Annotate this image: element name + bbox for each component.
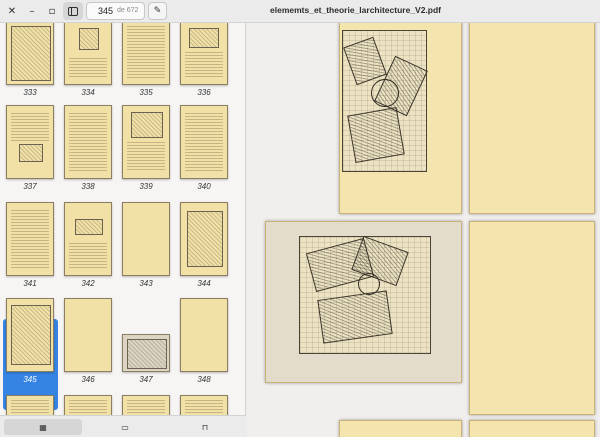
document-page — [339, 23, 462, 214]
minimize-icon[interactable]: – — [24, 4, 40, 19]
document-page — [469, 23, 595, 214]
thumbnail-label: 343 — [139, 279, 153, 288]
maximize-icon[interactable]: ▫ — [44, 4, 60, 19]
document-title: elememts_et_theorie_larchitecture_V2.pdf — [270, 5, 442, 15]
thumbnail-label: 344 — [197, 279, 211, 288]
text-block — [68, 58, 108, 79]
page-thumbnail — [6, 202, 54, 276]
document-page — [469, 221, 595, 415]
page-thumbnail — [180, 23, 228, 85]
plan-figure — [11, 26, 51, 81]
thumbnail-label: 347 — [139, 375, 153, 384]
text-block — [10, 113, 50, 142]
page-thumbnail — [180, 105, 228, 179]
page-thumbnail — [180, 298, 228, 372]
thumbnail-label: 335 — [139, 88, 153, 97]
page-thumbnail — [122, 105, 170, 179]
thumbnail-label: 338 — [81, 182, 95, 191]
thumbnail-label: 340 — [197, 182, 211, 191]
plan-figure — [127, 339, 167, 369]
thumbnail-label: 342 — [81, 279, 95, 288]
page-thumbnail — [6, 105, 54, 179]
architectural-plan — [342, 30, 428, 172]
thumbnail-label: 339 — [139, 182, 153, 191]
page-thumbnail — [64, 298, 112, 372]
close-icon[interactable]: ✕ — [4, 4, 20, 19]
thumbnail-label: 336 — [197, 88, 211, 97]
header-bar: ✕ – ▫ 345 de 672 ✎ elememts_et_theorie_l… — [0, 0, 600, 23]
text-block — [10, 210, 50, 270]
pencil-icon: ✎ — [153, 6, 162, 16]
thumbnail-label: 346 — [81, 375, 95, 384]
plan-block — [317, 290, 393, 344]
comment-icon: ▭ — [121, 422, 129, 432]
page-thumbnail — [180, 202, 228, 276]
thumbnail-label-selected: 345 — [23, 375, 37, 384]
text-block — [126, 142, 166, 173]
thumbnail-label: 334 — [81, 88, 95, 97]
page-thumbnail — [64, 202, 112, 276]
figure — [79, 28, 99, 50]
figure — [19, 144, 43, 162]
rotunda — [371, 79, 399, 107]
thumbnail-label: 341 — [23, 279, 37, 288]
plan-block — [347, 107, 405, 163]
text-block — [68, 242, 108, 270]
page-total-label: de 672 — [117, 7, 139, 14]
page-thumbnail — [122, 334, 170, 372]
document-page — [469, 420, 595, 437]
annotate-button[interactable]: ✎ — [148, 2, 167, 20]
thumbnail-label: 348 — [197, 375, 211, 384]
thumbnail-label: 333 — [23, 88, 37, 97]
page-thumbnail — [64, 23, 112, 85]
page-selector[interactable]: 345 de 672 — [86, 2, 145, 20]
page-thumbnail — [122, 23, 170, 85]
sidebar-footer: ▦ ▭ ⊓ — [0, 415, 246, 437]
plan-figure — [11, 305, 51, 365]
plan-block — [343, 36, 387, 86]
page-number-input[interactable]: 345 — [90, 6, 113, 16]
bookmark-icon: ⊓ — [201, 422, 209, 432]
sidebar-icon — [68, 6, 78, 16]
figure — [131, 112, 163, 138]
text-block — [68, 113, 108, 173]
sidebar-toggle-button[interactable] — [63, 2, 83, 20]
document-page — [339, 420, 462, 437]
text-block — [184, 113, 224, 173]
page-thumbnail — [122, 202, 170, 276]
page-thumbnail — [6, 298, 54, 372]
figure — [189, 28, 219, 48]
rotunda — [358, 273, 380, 295]
grid-icon: ▦ — [39, 422, 47, 432]
thumbnails-tab[interactable]: ▦ — [4, 419, 82, 435]
page-thumbnail — [6, 23, 54, 85]
bookmarks-tab[interactable]: ⊓ — [166, 419, 244, 435]
document-page — [265, 221, 462, 383]
figure — [75, 219, 103, 235]
architectural-plan — [299, 235, 431, 354]
document-view[interactable] — [247, 23, 600, 437]
text-block — [126, 26, 166, 79]
thumbnail-sidebar[interactable]: 333 334 335 336 337 338 339 340 341 342 … — [0, 23, 246, 437]
annotations-tab[interactable]: ▭ — [86, 419, 164, 435]
text-block — [184, 52, 224, 79]
plan-figure — [187, 211, 223, 267]
thumbnail-label: 337 — [23, 182, 37, 191]
page-thumbnail — [64, 105, 112, 179]
